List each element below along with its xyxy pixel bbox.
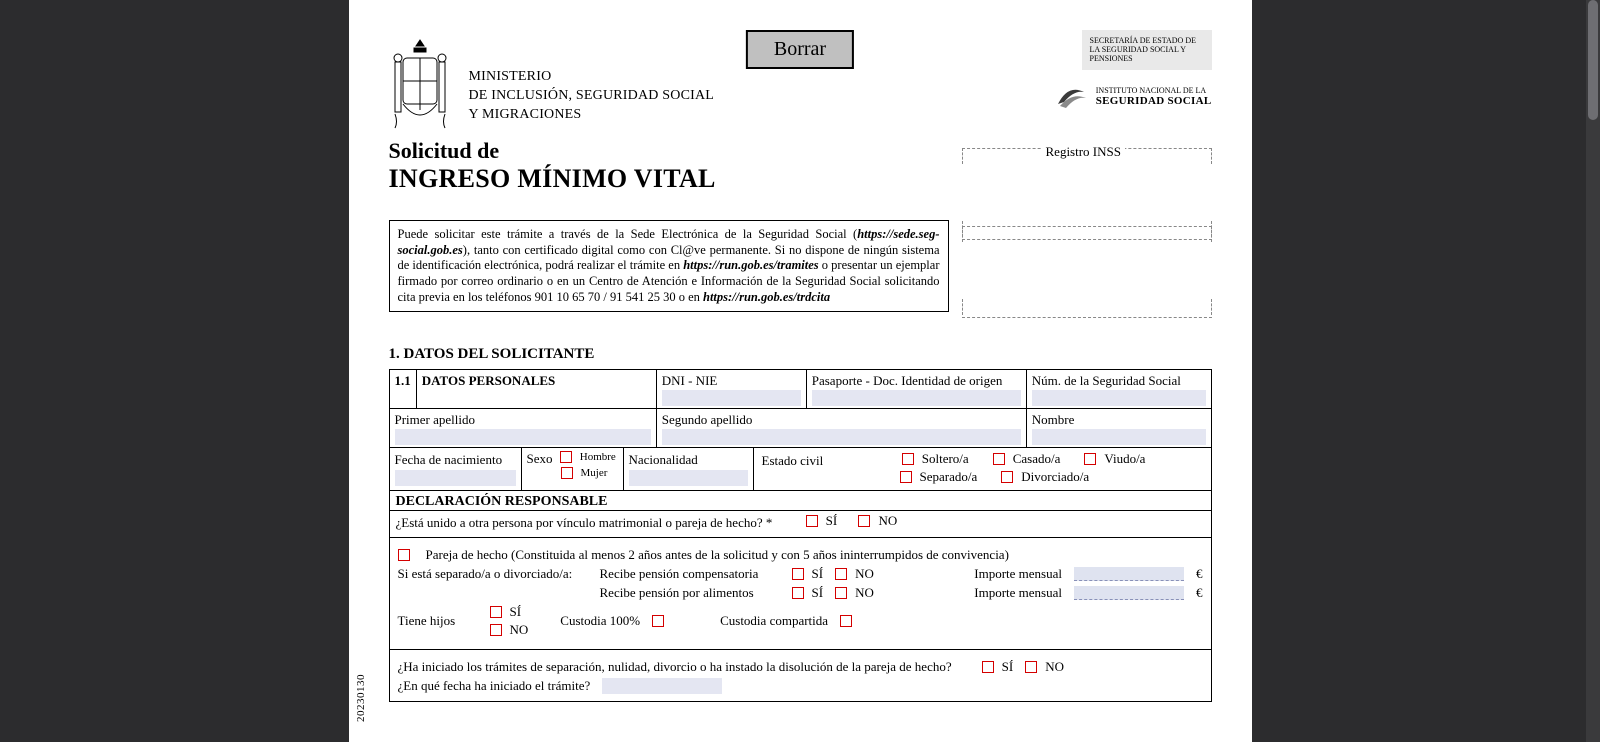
pdf-viewer-viewport: Borrar MINISTERIO DE INC [0, 0, 1600, 742]
input-nacionalidad[interactable] [629, 470, 748, 486]
pdf-page: Borrar MINISTERIO DE INC [349, 0, 1252, 742]
checkbox-mujer[interactable] [561, 467, 573, 479]
ministry-line-1: MINISTERIO [469, 68, 715, 87]
declaracion-q1-row: ¿Está unido a otra persona por vínculo m… [389, 511, 1212, 538]
checkbox-vinculo-no[interactable] [858, 515, 870, 527]
label-separado-div: Si está separado/a o divorciado/a: [398, 566, 588, 582]
checkbox-separado[interactable] [900, 471, 912, 483]
ministry-line-2: DE INCLUSIÓN, SEGURIDAD SOCIAL [469, 87, 715, 106]
label-custodia-100: Custodia 100% [560, 613, 640, 629]
opt-separado: Separado/a [920, 469, 978, 485]
inss-small: INSTITUTO NACIONAL DE LA [1096, 86, 1206, 95]
inss-big: SEGURIDAD SOCIAL [1096, 95, 1212, 107]
label-nacionalidad: Nacionalidad [629, 452, 698, 467]
opt-soltero: Soltero/a [922, 451, 969, 467]
inss-logo: INSTITUTO NACIONAL DE LA SEGURIDAD SOCIA… [1054, 82, 1212, 112]
checkbox-casado[interactable] [993, 453, 1005, 465]
secretaria-box: SECRETARÍA DE ESTADO DE LA SEGURIDAD SOC… [1082, 30, 1212, 70]
ministry-text: MINISTERIO DE INCLUSIÓN, SEGURIDAD SOCIA… [469, 68, 715, 125]
checkbox-divorciado[interactable] [1001, 471, 1013, 483]
label-estado-civil: Estado civil [762, 453, 824, 468]
label-pasaporte: Pasaporte - Doc. Identidad de origen [812, 373, 1003, 388]
label-pension-alim: Recibe pensión por alimentos [600, 585, 780, 601]
input-importe-alim[interactable] [1074, 586, 1184, 600]
label-segundo-apellido: Segundo apellido [662, 412, 753, 427]
q-vinculo: ¿Está unido a otra persona por vínculo m… [396, 515, 773, 530]
input-fecha-nac[interactable] [395, 470, 516, 486]
document-version-code: 20230130 [355, 674, 367, 722]
opt-divorciado: Divorciado/a [1021, 469, 1089, 485]
checkbox-custodia-100[interactable] [652, 615, 664, 627]
label-sexo: Sexo [527, 451, 553, 466]
label-pension-comp: Recibe pensión compensatoria [600, 566, 780, 582]
label-pareja-hecho: Pareja de hecho (Constituida al menos 2 … [426, 547, 1009, 563]
opt-hombre: Hombre [580, 451, 616, 463]
borrar-button[interactable]: Borrar [746, 30, 854, 69]
input-nss[interactable] [1032, 390, 1206, 406]
input-nombre[interactable] [1032, 429, 1206, 445]
label-dni: DNI - NIE [662, 373, 718, 388]
label-fecha-nac: Fecha de nacimiento [395, 452, 503, 467]
declaracion-title: DECLARACIÓN RESPONSABLE [389, 491, 1212, 511]
checkbox-tramites-si[interactable] [982, 661, 994, 673]
opt-no: NO [878, 513, 897, 529]
q-tramites: ¿Ha iniciado los trámites de separación,… [398, 659, 952, 675]
scrollbar-track[interactable] [1586, 0, 1600, 742]
checkbox-pareja-hecho[interactable] [398, 549, 410, 561]
input-importe-comp[interactable] [1074, 567, 1184, 581]
label-custodia-comp: Custodia compartida [720, 613, 828, 629]
inss-text: INSTITUTO NACIONAL DE LA SEGURIDAD SOCIA… [1096, 87, 1212, 108]
tramites-block: ¿Ha iniciado los trámites de separación,… [389, 650, 1212, 702]
input-primer-apellido[interactable] [395, 429, 651, 445]
spain-coat-of-arms-icon [389, 38, 451, 130]
opt-viudo: Viudo/a [1104, 451, 1145, 467]
label-nss: Núm. de la Seguridad Social [1032, 373, 1181, 388]
checkbox-palim-no[interactable] [835, 587, 847, 599]
input-fecha-tramite[interactable] [602, 678, 722, 694]
checkbox-vinculo-si[interactable] [806, 515, 818, 527]
checkbox-hijos-si[interactable] [490, 606, 502, 618]
datos-personales-table: 1.1 DATOS PERSONALES DNI - NIE Pasaporte… [389, 369, 1212, 448]
opt-casado: Casado/a [1013, 451, 1061, 467]
section-1-heading: 1. DATOS DEL SOLICITANTE [389, 346, 1212, 363]
checkbox-pcomp-no[interactable] [835, 568, 847, 580]
cell-datos-personales: DATOS PERSONALES [422, 373, 556, 388]
checkbox-tramites-no[interactable] [1025, 661, 1037, 673]
q-fecha-tramite: ¿En qué fecha ha iniciado el trámite? [398, 678, 591, 694]
label-nombre: Nombre [1032, 412, 1075, 427]
checkbox-viudo[interactable] [1084, 453, 1096, 465]
ministry-line-3: Y MIGRACIONES [469, 106, 715, 125]
checkbox-pcomp-si[interactable] [792, 568, 804, 580]
registro-inss-box-2 [962, 226, 1212, 318]
checkbox-soltero[interactable] [902, 453, 914, 465]
label-importe-1: Importe mensual [974, 566, 1062, 582]
input-dni[interactable] [662, 390, 801, 406]
inss-swirl-icon [1054, 82, 1088, 112]
opt-mujer: Mujer [581, 467, 608, 479]
checkbox-custodia-comp[interactable] [840, 615, 852, 627]
input-pasaporte[interactable] [812, 390, 1021, 406]
opt-si: SÍ [826, 513, 838, 529]
scrollbar-thumb[interactable] [1588, 0, 1598, 120]
row-fecha-sexo-nac-ec: Fecha de nacimiento Sexo Hombre Mujer Na… [389, 448, 1212, 491]
info-box: Puede solicitar este trámite a través de… [389, 220, 949, 312]
checkbox-palim-si[interactable] [792, 587, 804, 599]
label-tiene-hijos: Tiene hijos [398, 613, 478, 629]
label-importe-2: Importe mensual [974, 585, 1062, 601]
pareja-pensiones-block: Pareja de hecho (Constituida al menos 2 … [389, 538, 1212, 650]
checkbox-hombre[interactable] [560, 451, 572, 463]
checkbox-hijos-no[interactable] [490, 624, 502, 636]
cell-1-1-num: 1.1 [389, 370, 416, 409]
registro-label: Registro INSS [1042, 144, 1125, 160]
input-segundo-apellido[interactable] [662, 429, 1021, 445]
label-primer-apellido: Primer apellido [395, 412, 476, 427]
